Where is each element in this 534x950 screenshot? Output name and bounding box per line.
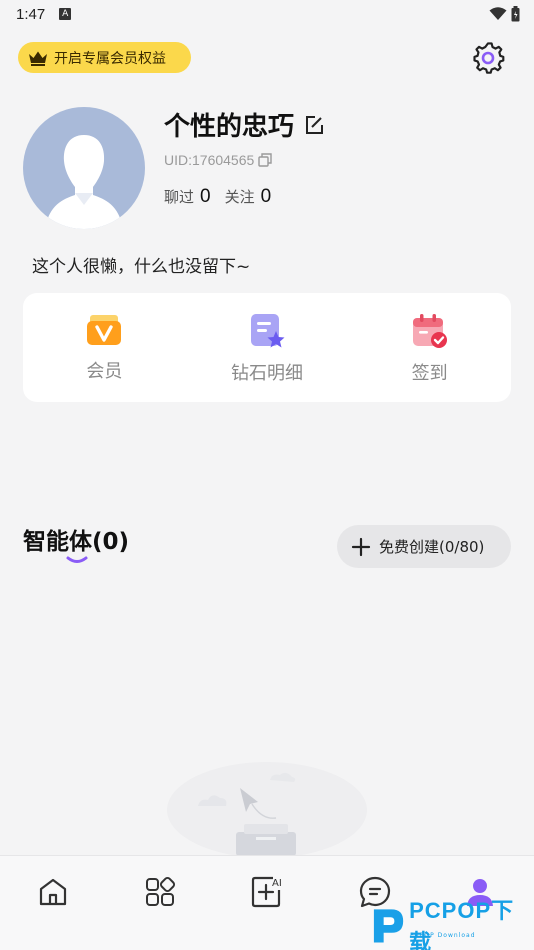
status-bar: 1:47 A — [0, 0, 534, 28]
stat-chatted-value: 0 — [200, 186, 211, 207]
copy-icon[interactable] — [258, 153, 272, 167]
plus-icon — [351, 537, 371, 556]
svg-text:AI: AI — [272, 878, 282, 889]
pcpop-logo-icon — [373, 909, 404, 943]
bio-text[interactable]: 这个人很懒，什么也没留下~ — [32, 252, 250, 277]
empty-state-illustration — [167, 762, 367, 858]
create-agent-label: 免费创建(0/80) — [379, 538, 485, 556]
quick-action-checkin[interactable]: 签到 — [348, 293, 511, 402]
stat-following[interactable]: 关注 0 — [225, 186, 272, 208]
vip-icon — [87, 315, 122, 345]
quick-actions-card: 会员 钻石明细 签到 — [23, 293, 511, 402]
wifi-icon — [489, 7, 507, 20]
quick-action-diamond-detail[interactable]: 钻石明细 — [186, 293, 349, 402]
uid-row[interactable]: UID:17604565 — [164, 152, 272, 168]
grid-icon — [146, 876, 176, 906]
nav-create[interactable]: AI — [247, 872, 287, 912]
stat-chatted-label: 聊过 — [164, 188, 195, 206]
stat-following-value: 0 — [260, 186, 272, 207]
settings-button[interactable] — [470, 40, 506, 76]
nav-discover[interactable] — [140, 872, 180, 912]
vip-benefits-button[interactable]: 开启专属会员权益 — [18, 42, 191, 73]
nickname: 个性的忠巧 — [164, 112, 295, 142]
crown-icon — [29, 51, 47, 66]
nickname-row: 个性的忠巧 — [164, 106, 324, 143]
uid-text: UID:17604565 — [164, 152, 255, 168]
status-time: 1:47 — [16, 5, 46, 23]
checkin-calendar-icon — [412, 314, 447, 348]
ai-create-icon: AI — [251, 876, 282, 908]
diamond-detail-icon — [251, 314, 285, 348]
stat-chatted[interactable]: 聊过 0 — [164, 186, 211, 208]
battery-icon — [511, 6, 520, 22]
quick-action-diamond-detail-label: 钻石明细 — [231, 363, 303, 384]
nav-home[interactable] — [33, 872, 73, 912]
status-indicators — [489, 6, 520, 22]
home-icon — [39, 878, 67, 906]
avatar[interactable] — [23, 107, 145, 229]
stat-following-label: 关注 — [224, 188, 255, 206]
quick-action-vip-label: 会员 — [86, 361, 123, 382]
notification-icon: A — [59, 8, 72, 20]
stats-row: 聊过 0 关注 0 — [164, 186, 271, 208]
create-agent-button[interactable]: 免费创建(0/80) — [337, 525, 511, 568]
gear-icon — [473, 42, 505, 74]
edit-icon[interactable] — [304, 115, 324, 135]
vip-benefits-label: 开启专属会员权益 — [54, 50, 166, 67]
agents-section-title: 智能体(0) — [23, 529, 130, 555]
section-title-underline — [66, 556, 88, 563]
quick-action-vip[interactable]: 会员 — [23, 293, 186, 402]
default-avatar-icon — [45, 135, 123, 229]
quick-action-checkin-label: 签到 — [411, 363, 448, 384]
watermark-brand: PCPOP下载 — [409, 898, 515, 950]
watermark-logo: PCPOP下载 PCPOP Download — [370, 898, 534, 950]
watermark-sub: PCPOP Download — [410, 932, 476, 939]
